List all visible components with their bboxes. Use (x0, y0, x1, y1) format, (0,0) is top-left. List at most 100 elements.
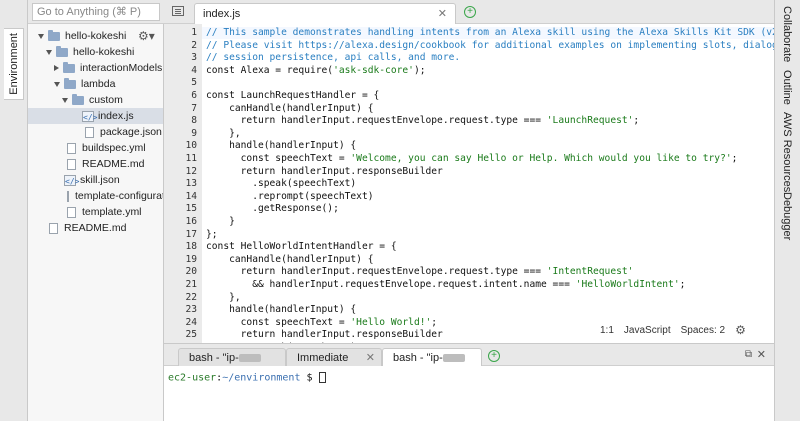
line-number: 18 (185, 241, 197, 253)
tree-item-template-yml[interactable]: template.yml (28, 204, 163, 220)
terminal-tab-bash-2[interactable]: bash - "ip- (382, 348, 482, 367)
line-number: 7 (191, 102, 197, 114)
tree-item-readme-root[interactable]: README.md (28, 220, 163, 236)
tree-item-index-js[interactable]: </> index.js (28, 108, 163, 124)
tree-item-interaction-models[interactable]: interactionModels (28, 60, 163, 76)
prompt-path: ~/environment (222, 372, 301, 384)
tree-item-hello-kokeshi[interactable]: hello-kokeshi (28, 44, 163, 60)
terminal[interactable]: ec2-user:~/environment $ (164, 366, 774, 421)
folder-icon (64, 77, 76, 89)
restore-window-icon[interactable]: ⧉ (745, 349, 752, 360)
code-line: } (206, 216, 235, 228)
line-number: 19 (185, 253, 197, 265)
code-token: return handlerInput.responseBuilder (206, 329, 443, 341)
line-number: 8 (191, 115, 197, 127)
tree-item-label: package.json (100, 126, 162, 138)
add-tab-icon[interactable]: + (488, 350, 500, 362)
chevron-down-icon[interactable] (46, 49, 52, 55)
code-line: handle(handlerInput) { (206, 304, 356, 316)
code-token: return handlerInput.requestEnvelope.requ… (206, 266, 547, 278)
tree-item-label: buildspec.yml (82, 142, 146, 154)
code-line: handle(handlerInput) { (206, 140, 356, 152)
redacted-hostname (442, 354, 465, 363)
chevron-down-icon[interactable] (54, 81, 60, 87)
line-number: 24 (185, 316, 197, 328)
tree-item-label: lambda (81, 78, 116, 90)
editor-tabbar: index.js ✕ + (164, 0, 774, 24)
code-line: .reprompt(speechText) (206, 191, 373, 203)
code-token: const LaunchRequestHandler = { (206, 90, 380, 101)
editor-tab-label: index.js (203, 8, 241, 20)
close-icon[interactable]: ✕ (438, 4, 447, 24)
close-icon[interactable]: ✕ (757, 348, 766, 361)
code-line: canHandle(handlerInput) { (206, 254, 373, 266)
terminal-tab-label: bash - "ip- (393, 352, 443, 364)
terminal-tab-label: bash - "ip- (189, 352, 239, 364)
tree-item-hello-kokeshi-root[interactable]: hello-kokeshi (28, 28, 163, 44)
chevron-right-icon[interactable] (54, 65, 59, 71)
code-line: const LaunchRequestHandler = { (206, 90, 379, 102)
code-token: handle(handlerInput) { (206, 140, 357, 152)
code-line: // This sample demonstrates handling int… (206, 27, 774, 39)
close-icon[interactable]: ✕ (366, 349, 375, 367)
tree-item-readme-inner[interactable]: README.md (28, 156, 163, 172)
line-number: 15 (185, 203, 197, 215)
file-icon (49, 222, 58, 234)
line-number: 2 (191, 39, 197, 51)
environment-tab-label: Environment (7, 33, 20, 95)
gear-icon[interactable]: ⚙ (735, 323, 746, 337)
code-comment: // This sample demonstrates handling int… (206, 27, 774, 38)
code-comment: // Please visit https://alexa.design/coo… (206, 39, 774, 51)
code-line: return handlerInput.requestEnvelope.requ… (206, 266, 634, 278)
tree-item-buildspec[interactable]: buildspec.yml (28, 140, 163, 156)
tree-item-label: hello-kokeshi (65, 30, 127, 42)
code-token: ); (413, 64, 426, 76)
code-token: }; (206, 228, 218, 240)
indent-setting[interactable]: Spaces: 2 (681, 325, 725, 336)
tree-item-lambda[interactable]: lambda (28, 76, 163, 92)
file-icon (67, 158, 76, 170)
code-editor[interactable]: 1 2 3 4 5 6 7 8 9 10 11 12 13 14 15 16 17 18 19 20 21 22 23 24 2… (164, 24, 774, 343)
code-token: && handlerInput.requestEnvelope.request.… (206, 279, 576, 290)
file-icon (67, 142, 76, 154)
code-token: } (206, 216, 235, 227)
file-menu-icon[interactable] (172, 6, 184, 16)
search-input[interactable] (32, 3, 160, 21)
environment-tab[interactable]: Environment (4, 28, 24, 100)
file-icon (67, 190, 69, 202)
chevron-down-icon[interactable] (38, 33, 44, 39)
line-number: 17 (185, 228, 197, 240)
terminal-tab-bash-1[interactable]: bash - "ip- (178, 348, 286, 367)
code-comment: // session persistence, api calls, and m… (206, 52, 461, 64)
code-token: canHandle(handlerInput) { (206, 102, 374, 114)
aws-resources-tab[interactable]: AWS Resources (781, 112, 793, 192)
code-token: }, (206, 291, 241, 303)
code-line: }; (206, 229, 218, 241)
line-number: 4 (191, 64, 197, 76)
add-tab-icon[interactable]: + (464, 6, 476, 18)
code-line: return handlerInput.responseBuilder (206, 166, 443, 178)
tree-item-template-configuration[interactable]: template-configuration (28, 188, 163, 204)
outline-tab[interactable]: Outline (781, 70, 793, 105)
tree-item-custom[interactable]: custom (28, 92, 163, 108)
cursor-position[interactable]: 1:1 (600, 325, 614, 336)
redacted-hostname (238, 354, 261, 363)
terminal-tab-label: Immediate (297, 352, 349, 364)
file-tree: ⚙▾ hello-kokeshi hello-kokeshi interacti… (28, 24, 164, 421)
editor-tab-index-js[interactable]: index.js ✕ (194, 3, 456, 24)
line-number: 13 (185, 178, 197, 190)
tree-item-package-json[interactable]: package.json (28, 124, 163, 140)
line-number: 11 (185, 153, 197, 164)
collaborate-tab[interactable]: Collaborate (781, 6, 793, 62)
left-rail: Environment (0, 0, 28, 421)
chevron-down-icon[interactable] (62, 97, 68, 103)
language-mode[interactable]: JavaScript (624, 325, 671, 336)
code-token: ; (679, 279, 686, 290)
tree-item-label: skill.json (80, 174, 120, 186)
line-number: 16 (185, 216, 197, 227)
tree-item-label: interactionModels (80, 62, 163, 74)
debugger-tab[interactable]: Debugger (781, 192, 793, 240)
prompt-tail: $ (300, 372, 319, 384)
terminal-tab-immediate[interactable]: Immediate ✕ (286, 348, 382, 367)
tree-item-skill-json[interactable]: </> skill.json (28, 172, 163, 188)
